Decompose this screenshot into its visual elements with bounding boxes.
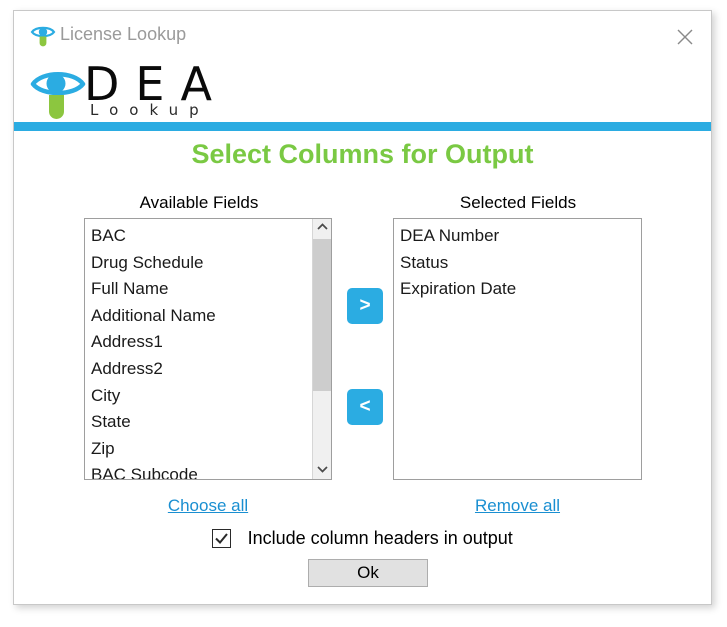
available-fields-label: Available Fields [139, 193, 259, 212]
scroll-down-icon[interactable] [313, 461, 331, 479]
ok-button[interactable]: Ok [308, 559, 428, 587]
include-headers-row: Include column headers in output [14, 528, 711, 549]
list-item[interactable]: Address2 [91, 356, 313, 383]
accent-divider [14, 122, 711, 131]
include-headers-label: Include column headers in output [247, 528, 513, 548]
available-fields-listbox[interactable]: BAC Drug Schedule Full Name Additional Name… [84, 218, 332, 480]
page-title: Select Columns for Output [191, 139, 534, 169]
choose-all-link[interactable]: Choose all [84, 496, 332, 516]
license-lookup-dialog: License Lookup DEA Lookup Select Columns… [13, 10, 712, 605]
list-item[interactable]: Zip [91, 436, 313, 463]
selected-fields-label: Selected Fields [459, 193, 577, 212]
list-item[interactable]: Additional Name [91, 303, 313, 330]
close-icon[interactable] [667, 21, 703, 53]
title-bar: License Lookup [14, 11, 711, 61]
list-item[interactable]: BAC Subcode [91, 462, 313, 479]
brand-logo: DEA Lookup [22, 59, 242, 125]
list-item[interactable]: Status [400, 250, 641, 277]
list-item[interactable]: State [91, 409, 313, 436]
window-title: License Lookup [60, 24, 187, 44]
available-fields-scrollbar[interactable] [312, 219, 331, 479]
list-item[interactable]: City [91, 383, 313, 410]
list-item[interactable]: BAC [91, 223, 313, 250]
list-item[interactable]: Address1 [91, 329, 313, 356]
list-item[interactable]: DEA Number [400, 223, 641, 250]
list-item[interactable]: Expiration Date [400, 276, 641, 303]
move-right-button[interactable]: > [347, 288, 383, 324]
dea-eye-capsule-icon [30, 65, 88, 123]
scroll-up-icon[interactable] [313, 219, 331, 237]
list-item[interactable]: Drug Schedule [91, 250, 313, 277]
selected-fields-items: DEA Number Status Expiration Date [394, 219, 641, 303]
scrollbar-thumb[interactable] [313, 239, 331, 391]
include-headers-checkbox[interactable] [212, 529, 232, 548]
list-item[interactable]: Full Name [91, 276, 313, 303]
remove-all-link[interactable]: Remove all [393, 496, 642, 516]
logo-subtitle: Lookup [90, 101, 210, 119]
selected-fields-listbox[interactable]: DEA Number Status Expiration Date [393, 218, 642, 480]
available-fields-items: BAC Drug Schedule Full Name Additional Name… [85, 219, 313, 479]
move-left-button[interactable]: < [347, 389, 383, 425]
app-logo-icon [30, 23, 56, 49]
